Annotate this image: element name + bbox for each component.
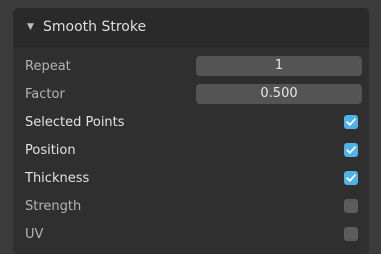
repeat-label: Repeat xyxy=(25,59,71,74)
option-row-position[interactable]: Position xyxy=(13,139,369,163)
smooth-stroke-panel: ▼ Smooth Stroke Repeat 1 Factor 0.500 Se… xyxy=(13,8,369,254)
option-row-uv[interactable]: UV xyxy=(13,223,369,247)
position-checkbox[interactable] xyxy=(344,143,358,157)
thickness-checkbox[interactable] xyxy=(344,171,358,185)
factor-label: Factor xyxy=(25,87,65,102)
option-label: UV xyxy=(25,227,44,242)
repeat-row: Repeat 1 xyxy=(13,55,369,79)
option-row-strength[interactable]: Strength xyxy=(13,195,369,219)
panel-header[interactable]: ▼ Smooth Stroke xyxy=(13,8,369,47)
checkmark-icon xyxy=(346,174,356,182)
option-row-thickness[interactable]: Thickness xyxy=(13,167,369,191)
uv-checkbox[interactable] xyxy=(344,227,358,241)
selected-points-checkbox[interactable] xyxy=(344,115,358,129)
option-label: Strength xyxy=(25,199,82,214)
checkmark-icon xyxy=(346,118,356,126)
properties-editor: ▼ Smooth Stroke Repeat 1 Factor 0.500 Se… xyxy=(0,0,381,254)
factor-row: Factor 0.500 xyxy=(13,83,369,107)
option-label: Position xyxy=(25,143,76,158)
option-label: Thickness xyxy=(25,171,90,186)
repeat-field[interactable]: 1 xyxy=(196,56,362,76)
factor-field[interactable]: 0.500 xyxy=(196,84,362,104)
option-label: Selected Points xyxy=(25,115,125,130)
strength-checkbox[interactable] xyxy=(344,199,358,213)
option-row-selected-points[interactable]: Selected Points xyxy=(13,111,369,135)
checkmark-icon xyxy=(346,146,356,154)
triangle-down-icon[interactable]: ▼ xyxy=(27,19,34,35)
panel-title: Smooth Stroke xyxy=(43,19,147,35)
